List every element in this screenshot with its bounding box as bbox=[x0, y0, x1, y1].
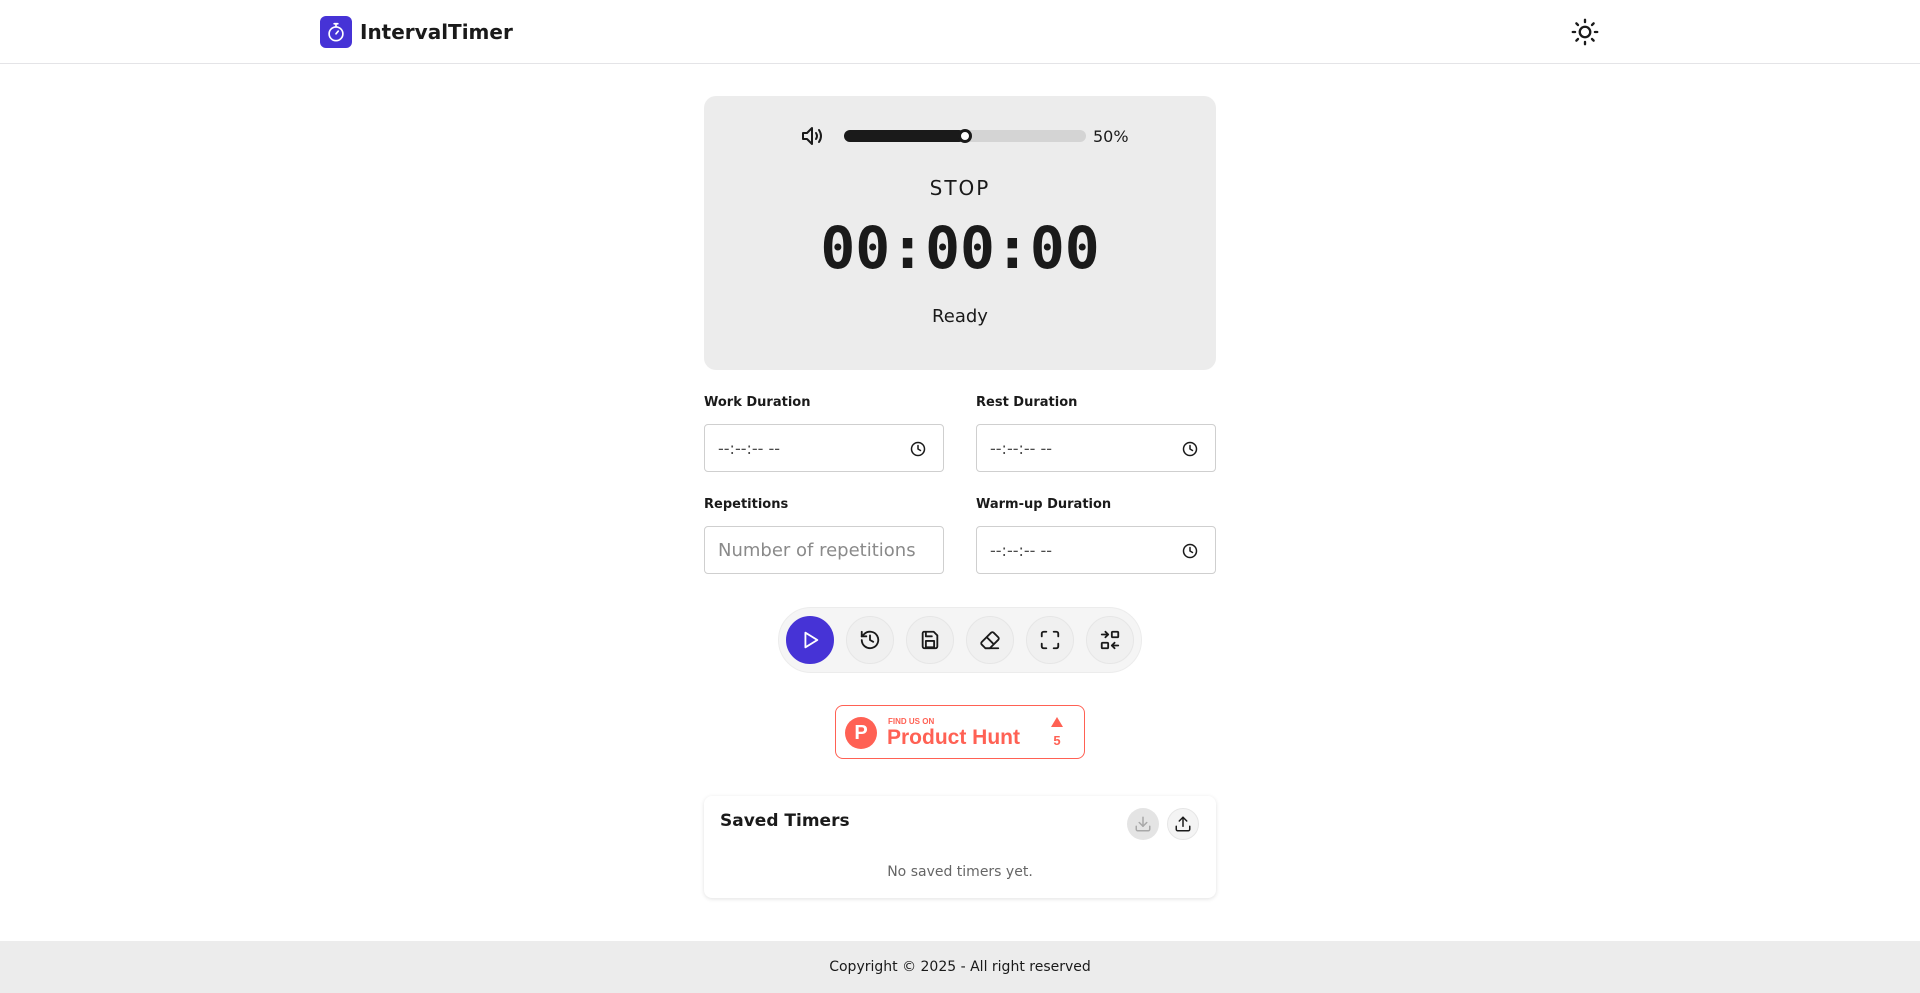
clear-button[interactable] bbox=[966, 616, 1014, 664]
stopwatch-icon bbox=[320, 16, 352, 48]
save-icon bbox=[921, 630, 939, 650]
upload-icon bbox=[1175, 816, 1191, 832]
product-hunt-logo: P bbox=[845, 717, 877, 749]
timer-status: Ready bbox=[932, 306, 988, 327]
volume-slider-fill bbox=[844, 130, 965, 142]
app-name: IntervalTimer bbox=[360, 20, 513, 44]
warmup-duration-label: Warm-up Duration bbox=[976, 497, 1112, 512]
product-hunt-tagline: FIND US ON bbox=[888, 717, 935, 726]
export-button[interactable] bbox=[1127, 808, 1159, 840]
save-button[interactable] bbox=[906, 616, 954, 664]
swap-button[interactable] bbox=[1086, 616, 1134, 664]
play-button[interactable] bbox=[786, 616, 834, 664]
warmup-duration-input[interactable]: --:--:-- -- bbox=[976, 526, 1216, 574]
work-duration-value: --:--:-- -- bbox=[718, 438, 781, 458]
clock-icon[interactable] bbox=[1182, 543, 1198, 559]
volume-slider[interactable] bbox=[844, 129, 1086, 143]
rest-duration-value: --:--:-- -- bbox=[990, 438, 1053, 458]
clock-icon[interactable] bbox=[910, 441, 926, 457]
work-duration-input[interactable]: --:--:-- -- bbox=[704, 424, 944, 472]
volume-icon[interactable] bbox=[798, 124, 828, 148]
fullscreen-icon bbox=[1040, 630, 1060, 650]
repetitions-placeholder: Number of repetitions bbox=[718, 539, 916, 561]
download-icon bbox=[1135, 816, 1151, 832]
fullscreen-button[interactable] bbox=[1026, 616, 1074, 664]
warmup-duration-field: Warm-up Duration --:--:-- -- bbox=[976, 496, 1216, 574]
volume-slider-thumb[interactable] bbox=[958, 129, 972, 143]
upvote-arrow-icon bbox=[1051, 717, 1063, 727]
upvote-count: 5 bbox=[1053, 733, 1061, 748]
eraser-icon bbox=[980, 631, 1000, 650]
brand[interactable]: IntervalTimer bbox=[320, 16, 513, 48]
timer-display: 50% STOP 00:00:00 Ready bbox=[704, 96, 1216, 370]
history-icon bbox=[860, 630, 880, 650]
theme-toggle-button[interactable] bbox=[1569, 16, 1601, 48]
work-duration-field: Work Duration --:--:-- -- bbox=[704, 394, 944, 472]
rest-duration-label: Rest Duration bbox=[976, 395, 1078, 410]
repetitions-field: Repetitions Number of repetitions bbox=[704, 496, 944, 574]
clock-icon[interactable] bbox=[1182, 441, 1198, 457]
timer-clock: 00:00:00 bbox=[820, 214, 1100, 282]
import-button[interactable] bbox=[1167, 808, 1199, 840]
volume-control: 50% bbox=[798, 124, 1138, 148]
copyright-text: Copyright © 2025 - All right reserved bbox=[829, 959, 1091, 975]
phase-label: STOP bbox=[929, 176, 991, 200]
sun-icon bbox=[1571, 18, 1599, 46]
play-icon bbox=[804, 631, 819, 649]
saved-timers-panel: Saved Timers No saved timers yet. bbox=[704, 796, 1216, 898]
footer: Copyright © 2025 - All right reserved bbox=[0, 941, 1920, 993]
header: IntervalTimer bbox=[0, 0, 1920, 64]
product-hunt-badge[interactable]: P FIND US ON Product Hunt 5 bbox=[835, 705, 1085, 759]
repetitions-input[interactable]: Number of repetitions bbox=[704, 526, 944, 574]
volume-percent: 50% bbox=[1093, 126, 1129, 146]
saved-timers-title: Saved Timers bbox=[720, 811, 850, 831]
product-hunt-name: Product Hunt bbox=[887, 726, 1020, 749]
repetitions-label: Repetitions bbox=[704, 497, 789, 512]
rest-duration-field: Rest Duration --:--:-- -- bbox=[976, 394, 1216, 472]
warmup-duration-value: --:--:-- -- bbox=[990, 540, 1053, 560]
saved-timers-empty: No saved timers yet. bbox=[887, 864, 1033, 880]
swap-icon bbox=[1100, 630, 1120, 650]
reset-button[interactable] bbox=[846, 616, 894, 664]
control-bar bbox=[778, 607, 1142, 673]
work-duration-label: Work Duration bbox=[704, 395, 811, 410]
rest-duration-input[interactable]: --:--:-- -- bbox=[976, 424, 1216, 472]
